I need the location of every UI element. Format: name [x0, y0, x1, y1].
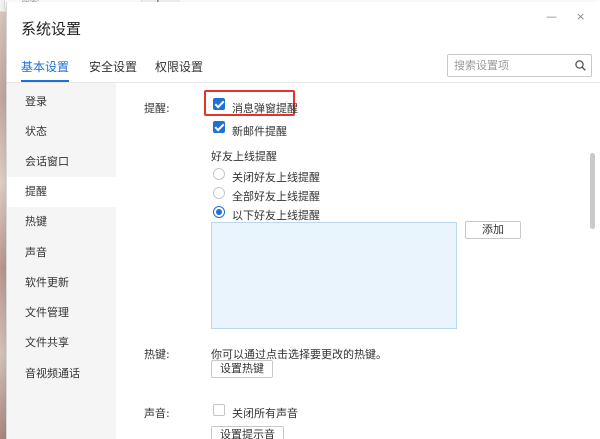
minimize-button[interactable]: —: [546, 11, 557, 23]
sidebar-item-chat-window[interactable]: 会话窗口: [7, 147, 116, 177]
hotkey-section-label: 热键:: [144, 348, 170, 361]
dialog-title: 系统设置: [21, 20, 82, 38]
radio-selected-friend-reminder[interactable]: [213, 206, 225, 218]
mute-all-checkbox[interactable]: [213, 404, 225, 416]
add-friend-button[interactable]: 添加: [465, 221, 521, 239]
content-scrollbar[interactable]: [590, 153, 595, 229]
radio-close-friend-reminder-label: 关闭好友上线提醒: [232, 171, 320, 184]
sidebar-item-file-sharing[interactable]: 文件共享: [7, 328, 116, 358]
radio-all-friend-reminder-label: 全部好友上线提醒: [232, 190, 320, 203]
radio-close-friend-reminder[interactable]: [213, 168, 225, 180]
sidebar-item-sound[interactable]: 声音: [7, 238, 116, 268]
set-sound-button[interactable]: 设置提示音: [211, 426, 284, 439]
sidebar-item-login[interactable]: 登录: [7, 87, 116, 117]
reminder-section-label: 提醒:: [144, 102, 170, 115]
sidebar-item-software-update[interactable]: 软件更新: [7, 268, 116, 298]
set-hotkey-button[interactable]: 设置热键: [211, 360, 273, 378]
sidebar-item-av-call[interactable]: 音视频通话: [7, 359, 116, 389]
settings-search-box: [447, 54, 592, 77]
close-button[interactable]: ×: [576, 11, 585, 23]
sound-section-label: 声音:: [144, 407, 170, 420]
tab-security-settings[interactable]: 安全设置: [89, 58, 137, 82]
radio-all-friend-reminder[interactable]: [213, 187, 225, 199]
mute-all-label: 关闭所有声音: [232, 407, 298, 420]
settings-search-input[interactable]: [454, 57, 572, 74]
radio-selected-friend-reminder-label: 以下好友上线提醒: [232, 209, 320, 222]
sidebar-item-reminder[interactable]: 提醒: [7, 177, 116, 207]
mail-reminder-label: 新邮件提醒: [232, 125, 287, 138]
tab-permission-settings[interactable]: 权限设置: [155, 58, 203, 82]
settings-dialog: 系统设置 — × 基本设置 安全设置 权限设置 登录 状态 会话窗口 提醒 热键…: [6, 2, 600, 439]
sidebar-item-status[interactable]: 状态: [7, 117, 116, 147]
popup-reminder-checkbox[interactable]: [213, 98, 225, 110]
tab-basic-settings[interactable]: 基本设置: [21, 58, 70, 82]
sidebar-item-file-management[interactable]: 文件管理: [7, 298, 116, 328]
search-icon[interactable]: [575, 60, 586, 71]
settings-sidebar: 登录 状态 会话窗口 提醒 热键 声音 软件更新 文件管理 文件共享 音视频通话: [7, 83, 116, 439]
friend-list-box[interactable]: [211, 222, 457, 329]
mail-reminder-checkbox[interactable]: [213, 121, 225, 133]
sidebar-item-hotkey[interactable]: 热键: [7, 207, 116, 237]
popup-reminder-label: 消息弹窗提醒: [232, 102, 298, 115]
settings-content: 提醒: 消息弹窗提醒 新邮件提醒 好友上线提醒 关闭好友上线提醒 全部好友上线提…: [116, 83, 600, 439]
friend-online-title: 好友上线提醒: [211, 150, 277, 163]
